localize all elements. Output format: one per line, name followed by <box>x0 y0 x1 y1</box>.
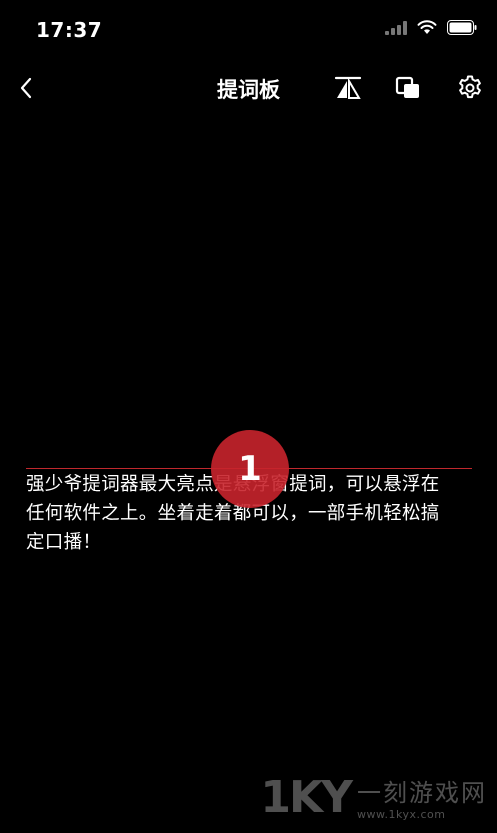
watermark-name: 一刻游戏网 <box>357 779 487 807</box>
wifi-icon <box>417 20 437 34</box>
floating-window-icon <box>395 76 419 98</box>
status-time: 17:37 <box>36 18 103 42</box>
script-line: 定口播！ <box>26 532 102 553</box>
watermark: 1KY 一刻游戏网 www.1kyx.com <box>260 767 487 827</box>
step-marker-badge: 1 <box>211 430 289 508</box>
watermark-text: 一刻游戏网 www.1kyx.com <box>357 773 487 821</box>
cellular-signal-icon <box>385 20 407 35</box>
battery-icon <box>447 20 477 35</box>
status-icons <box>385 20 477 35</box>
status-bar: 17:37 <box>0 0 497 60</box>
watermark-logo: 1KY <box>260 771 353 823</box>
settings-button[interactable] <box>454 72 486 104</box>
watermark-url: www.1kyx.com <box>357 808 446 821</box>
navigation-bar: 提词板 <box>0 66 497 110</box>
mirror-flip-icon <box>334 76 362 99</box>
floating-window-button[interactable] <box>392 72 424 104</box>
gear-icon <box>459 75 481 99</box>
mirror-button[interactable] <box>332 72 364 104</box>
